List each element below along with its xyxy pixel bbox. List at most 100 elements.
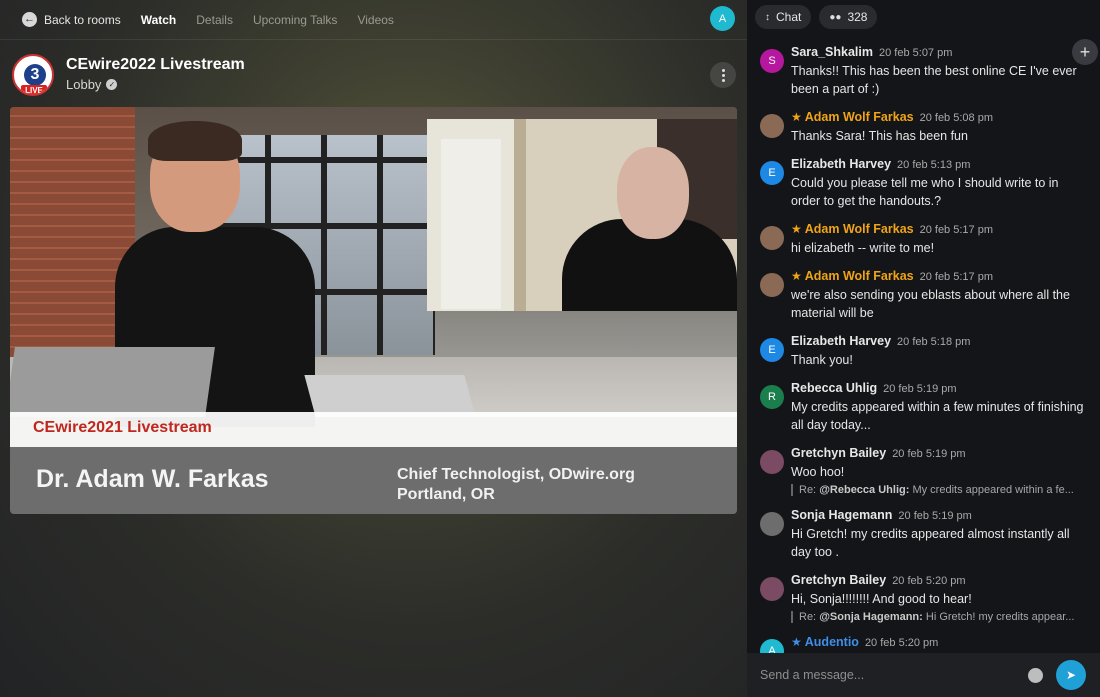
message-time: 20 feb 5:17 pm: [919, 224, 993, 236]
reply-quote[interactable]: Re: @Rebecca Uhlig: My credits appeared …: [791, 484, 1088, 496]
reply-text: My credits appeared within a fe...: [912, 484, 1074, 496]
dot-icon: [721, 68, 725, 72]
chat-message: Gretchyn Bailey 20 feb 5:19 pm Woo hoo! Re:…: [747, 445, 1100, 496]
chat-composer: Send a message... ➤: [747, 653, 1100, 697]
guest-video-inset: [427, 119, 737, 311]
chat-message: A★Audentio20 feb 5:20 pmChat closed.: [747, 634, 1100, 653]
send-button[interactable]: ➤: [1056, 660, 1086, 690]
avatar[interactable]: E: [760, 338, 784, 362]
speaker-details: Chief Technologist, ODwire.org Portland,…: [397, 465, 635, 505]
arrow-left-icon: ←: [22, 12, 37, 27]
message-time: 20 feb 5:18 pm: [897, 336, 971, 348]
people-icon: ●●: [829, 11, 842, 23]
live-badge: LIVE: [21, 85, 47, 94]
star-icon: ★: [791, 635, 802, 649]
verified-icon: ✓: [106, 79, 118, 90]
add-icon[interactable]: +: [1072, 39, 1098, 65]
user-avatar[interactable]: A: [710, 6, 735, 31]
message-author[interactable]: Elizabeth Harvey: [791, 334, 891, 348]
channel-logo: 3 LIVE: [12, 54, 54, 96]
avatar[interactable]: [760, 577, 784, 601]
message-text: Woo hoo!: [791, 465, 845, 479]
message-author[interactable]: Audentio: [805, 635, 859, 649]
message-author[interactable]: Rebecca Uhlig: [791, 381, 877, 395]
stream-pane: ← Back to rooms Watch Details Upcoming T…: [0, 0, 747, 697]
star-icon: ★: [791, 110, 802, 124]
reply-text: Hi Gretch! my credits appear...: [925, 611, 1075, 623]
lower-third-banner: CEwire2021 Livestream: [10, 412, 737, 447]
app-root: ← Back to rooms Watch Details Upcoming T…: [0, 0, 1100, 697]
message-header: ★ Audentio 20 feb 5:20 pm: [791, 634, 1088, 652]
message-author[interactable]: Adam Wolf Farkas: [805, 222, 914, 236]
back-to-rooms-link[interactable]: ← Back to rooms: [22, 12, 121, 27]
reply-quote[interactable]: Re: @Sonja Hagemann: Hi Gretch! my credi…: [791, 611, 1088, 623]
message-header: ★ Adam Wolf Farkas 20 feb 5:08 pm: [791, 109, 1088, 127]
chat-message: R Rebecca Uhlig 20 feb 5:19 pm My credits a…: [747, 380, 1100, 434]
message-author[interactable]: Sara_Shkalim: [791, 45, 873, 59]
message-author[interactable]: Sonja Hagemann: [791, 508, 892, 522]
message-time: 20 feb 5:17 pm: [919, 271, 993, 283]
message-header: Sara_Shkalim 20 feb 5:07 pm: [791, 44, 1088, 62]
chat-message-list[interactable]: S Sara_Shkalim 20 feb 5:07 pm Thanks!! This…: [747, 44, 1100, 653]
video-player[interactable]: CEwire2021 Livestream Dr. Adam W. Farkas…: [10, 107, 737, 514]
room-header: 3 LIVE CEwire2022 Livestream Lobby ✓: [12, 54, 737, 98]
room-title: CEwire2022 Livestream: [66, 56, 245, 73]
more-options-button[interactable]: [710, 62, 736, 88]
banner-title: CEwire2021 Livestream: [33, 419, 212, 436]
tab-details[interactable]: Details: [196, 13, 233, 27]
chat-toolbar: ↕ Chat ●● 328: [747, 0, 1100, 34]
message-text: Hi, Sonja!!!!!!!! And good to hear!: [791, 592, 972, 606]
message-author[interactable]: Adam Wolf Farkas: [805, 269, 914, 283]
message-author[interactable]: Gretchyn Bailey: [791, 446, 886, 460]
chat-tab-label: Chat: [776, 10, 802, 24]
avatar[interactable]: E: [760, 161, 784, 185]
speaker-name: Dr. Adam W. Farkas: [36, 465, 269, 493]
laptop: [304, 375, 476, 417]
chat-message: S Sara_Shkalim 20 feb 5:07 pm Thanks!! This…: [747, 44, 1100, 98]
avatar[interactable]: S: [760, 49, 784, 73]
avatar[interactable]: [760, 114, 784, 138]
dot-icon: [721, 78, 725, 82]
message-time: 20 feb 5:07 pm: [879, 47, 953, 59]
tab-upcoming-talks[interactable]: Upcoming Talks: [253, 13, 337, 27]
logo-number: 3: [24, 64, 46, 86]
message-author[interactable]: Adam Wolf Farkas: [805, 110, 914, 124]
emoji-icon[interactable]: [1028, 667, 1043, 683]
message-time: 20 feb 5:19 pm: [898, 510, 972, 522]
message-header: Gretchyn Bailey 20 feb 5:20 pm: [791, 572, 1088, 590]
message-time: 20 feb 5:19 pm: [892, 448, 966, 460]
participants-button[interactable]: ●● 328: [819, 5, 878, 29]
message-input[interactable]: Send a message...: [760, 668, 1025, 682]
tab-videos[interactable]: Videos: [357, 13, 393, 27]
star-icon: ★: [791, 269, 802, 283]
chat-pane: ↕ Chat ●● 328 S Sara_Shkalim 20 feb 5:07 p…: [747, 0, 1100, 697]
reply-user: @Rebecca Uhlig:: [819, 484, 910, 496]
message-text: Thank you!: [791, 353, 853, 367]
avatar[interactable]: A: [760, 639, 784, 653]
chat-tab-button[interactable]: ↕ Chat: [755, 5, 812, 29]
avatar[interactable]: [760, 226, 784, 250]
message-text: My credits appeared within a few minutes…: [791, 400, 1084, 432]
message-text: Hi Gretch! my credits appeared almost in…: [791, 527, 1070, 559]
message-text: hi elizabeth -- write to me!: [791, 241, 935, 255]
message-header: ★ Adam Wolf Farkas 20 feb 5:17 pm: [791, 268, 1088, 286]
avatar[interactable]: [760, 450, 784, 474]
laptop: [10, 347, 215, 417]
chat-message: ★ Adam Wolf Farkas 20 feb 5:17 pm hi elizab…: [747, 221, 1100, 257]
message-header: Gretchyn Bailey 20 feb 5:19 pm: [791, 445, 1088, 463]
message-author[interactable]: Gretchyn Bailey: [791, 573, 886, 587]
message-header: ★ Adam Wolf Farkas 20 feb 5:17 pm: [791, 221, 1088, 239]
message-header: Elizabeth Harvey 20 feb 5:13 pm: [791, 156, 1088, 174]
message-text: Thanks!! This has been the best online C…: [791, 64, 1077, 96]
back-label: Back to rooms: [44, 12, 121, 27]
chat-message: E Elizabeth Harvey 20 feb 5:18 pm Thank you…: [747, 333, 1100, 369]
star-icon: ★: [791, 222, 802, 236]
avatar[interactable]: [760, 512, 784, 536]
tab-watch[interactable]: Watch: [141, 13, 177, 27]
chat-message: Sonja Hagemann 20 feb 5:19 pm Hi Gretch! m…: [747, 507, 1100, 561]
message-author[interactable]: Elizabeth Harvey: [791, 157, 891, 171]
message-text: Could you please tell me who I should wr…: [791, 176, 1059, 208]
avatar[interactable]: R: [760, 385, 784, 409]
avatar[interactable]: [760, 273, 784, 297]
message-time: 20 feb 5:20 pm: [892, 575, 966, 587]
